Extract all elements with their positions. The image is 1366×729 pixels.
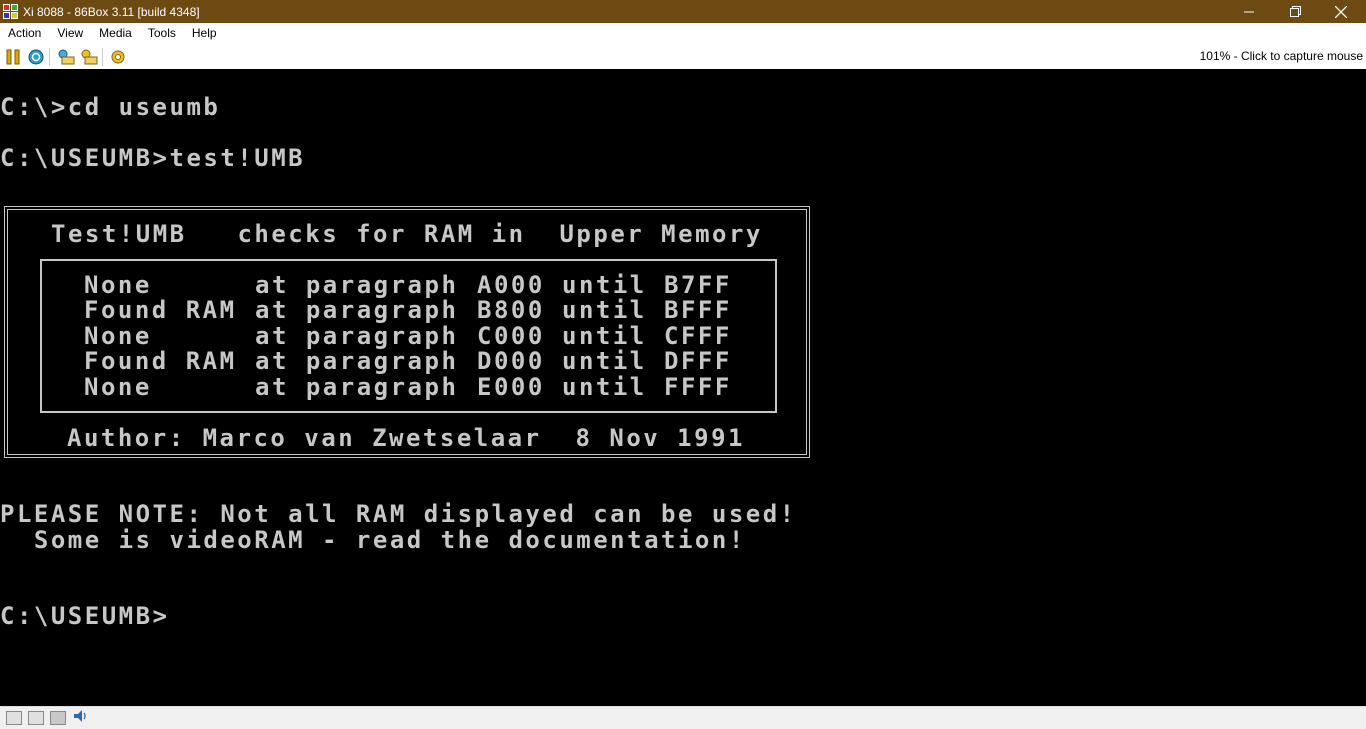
reset-icon [28,49,44,64]
floppy-2-icon[interactable] [28,711,44,725]
row-from: A000 [477,271,545,299]
ctrl-alt-esc-button[interactable] [79,47,99,67]
row-at: at paragraph [255,271,459,299]
row-until: until [562,347,647,375]
menu-bar: Action View Media Tools Help [0,23,1366,44]
row-from: E000 [477,373,545,401]
toolbar-separator [49,47,50,66]
row-status: None [84,271,237,299]
settings-icon [111,50,125,63]
menu-tools[interactable]: Tools [140,23,184,44]
emulator-screen[interactable]: C:\>cd useumb C:\USEUMB>test!UMB Test!UM… [0,70,1366,706]
row-to: DFFF [664,347,732,375]
row-status: Found RAM [84,347,237,375]
row-status: None [84,322,237,350]
note-line: Some is videoRAM - read the documentatio… [0,526,746,554]
row-from: C000 [477,322,545,350]
row-status: None [84,373,237,401]
row-from: B800 [477,296,545,324]
ctrl-alt-del-icon [58,49,75,64]
restore-button[interactable] [1272,0,1318,23]
row-until: until [562,271,647,299]
minimize-button[interactable] [1226,0,1272,23]
box-title: Test!UMB checks for RAM in Upper Memory [51,220,763,248]
console-line: C:\USEUMB>test!UMB [0,144,306,172]
menu-media[interactable]: Media [91,23,140,44]
close-button[interactable] [1318,0,1364,23]
toolbar-separator [102,47,103,66]
row-to: B7FF [664,271,732,299]
row-to: FFFF [664,373,732,401]
menu-view[interactable]: View [49,23,91,44]
console-prompt: C:\USEUMB> [0,602,170,630]
floppy-icon[interactable] [6,711,22,725]
reset-button[interactable] [26,47,46,67]
ctrl-alt-del-button[interactable] [56,47,76,67]
close-icon [1335,5,1347,18]
window-title: Xi 8088 - 86Box 3.11 [build 4348] [23,4,200,19]
console-line: C:\>cd useumb [0,93,221,121]
row-at: at paragraph [255,296,459,324]
pause-button[interactable] [3,47,23,67]
ctrl-alt-esc-icon [81,49,98,64]
status-bar [0,706,1366,729]
row-until: until [562,296,647,324]
menu-help[interactable]: Help [184,23,225,44]
note-line: PLEASE NOTE: Not all RAM displayed can b… [0,500,797,528]
row-at: at paragraph [255,347,459,375]
settings-button[interactable] [109,47,129,67]
minimize-icon [1244,11,1254,12]
title-bar: Xi 8088 - 86Box 3.11 [build 4348] [0,0,1366,23]
restore-icon [1289,6,1301,17]
capture-hint: 101% - Click to capture mouse [1199,49,1363,63]
row-at: at paragraph [255,373,459,401]
row-status: Found RAM [84,296,237,324]
hard-disk-icon[interactable] [50,711,66,725]
app-icon [3,3,19,20]
sound-icon[interactable] [72,708,88,728]
toolbar: 101% - Click to capture mouse [0,44,1366,69]
row-to: CFFF [664,322,732,350]
row-from: D000 [477,347,545,375]
menu-action[interactable]: Action [0,23,49,44]
row-at: at paragraph [255,322,459,350]
author-line: Author: Marco van Zwetselaar 8 Nov 1991 [67,424,745,452]
row-until: until [562,373,647,401]
pause-icon [6,49,20,64]
row-until: until [562,322,647,350]
row-to: BFFF [664,296,732,324]
